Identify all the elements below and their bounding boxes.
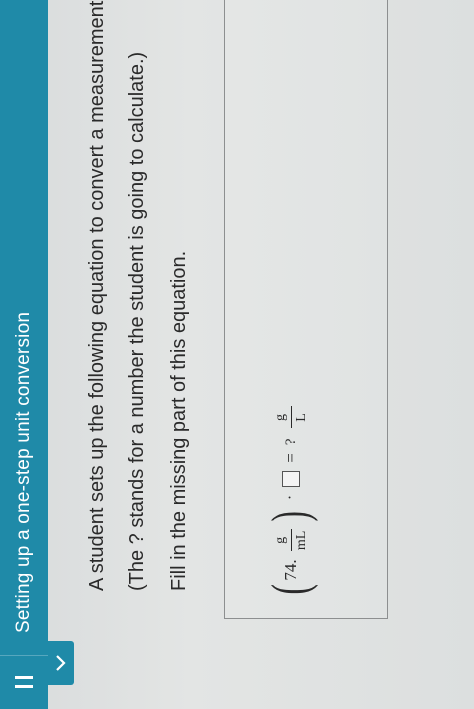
unit-denominator: mL	[293, 530, 309, 551]
result-unit-numerator: g	[272, 414, 288, 421]
hamburger-menu-icon[interactable]	[0, 655, 48, 709]
equation-value: 74.	[281, 559, 300, 581]
result-unit-denominator: L	[293, 413, 309, 422]
screen: Setting up a one-step unit conversion A …	[0, 0, 474, 709]
page: Setting up a one-step unit conversion A …	[0, 0, 474, 709]
question-text-line-1: A student sets up the following equation…	[86, 0, 108, 591]
chevron-down-icon	[56, 655, 66, 671]
question-text-line-3: Fill in the missing part of this equatio…	[168, 250, 190, 591]
equation: ( 74. g mL ) · = ? g L	[261, 403, 321, 599]
fraction-bar	[290, 529, 292, 552]
question-text-line-2: (The ? stands for a number the student i…	[126, 51, 148, 591]
result-unit-fraction: g L	[272, 406, 310, 429]
unknown-value: ?	[282, 438, 299, 446]
title-bar: Setting up a one-step unit conversion	[0, 0, 48, 709]
question-content: A student sets up the following equation…	[74, 0, 474, 709]
multiply-dot: ·	[282, 494, 299, 501]
missing-part-input[interactable]	[282, 470, 300, 487]
unit-fraction: g mL	[272, 529, 310, 552]
equals-sign: =	[281, 453, 300, 463]
left-paren: (	[262, 584, 319, 595]
page-title: Setting up a one-step unit conversion	[13, 311, 34, 633]
result-fraction-bar	[290, 406, 292, 429]
right-paren: )	[262, 511, 319, 522]
collapse-toggle-button[interactable]	[48, 641, 74, 685]
answer-box: ( 74. g mL ) · = ? g L	[224, 0, 388, 619]
unit-numerator: g	[272, 536, 288, 544]
